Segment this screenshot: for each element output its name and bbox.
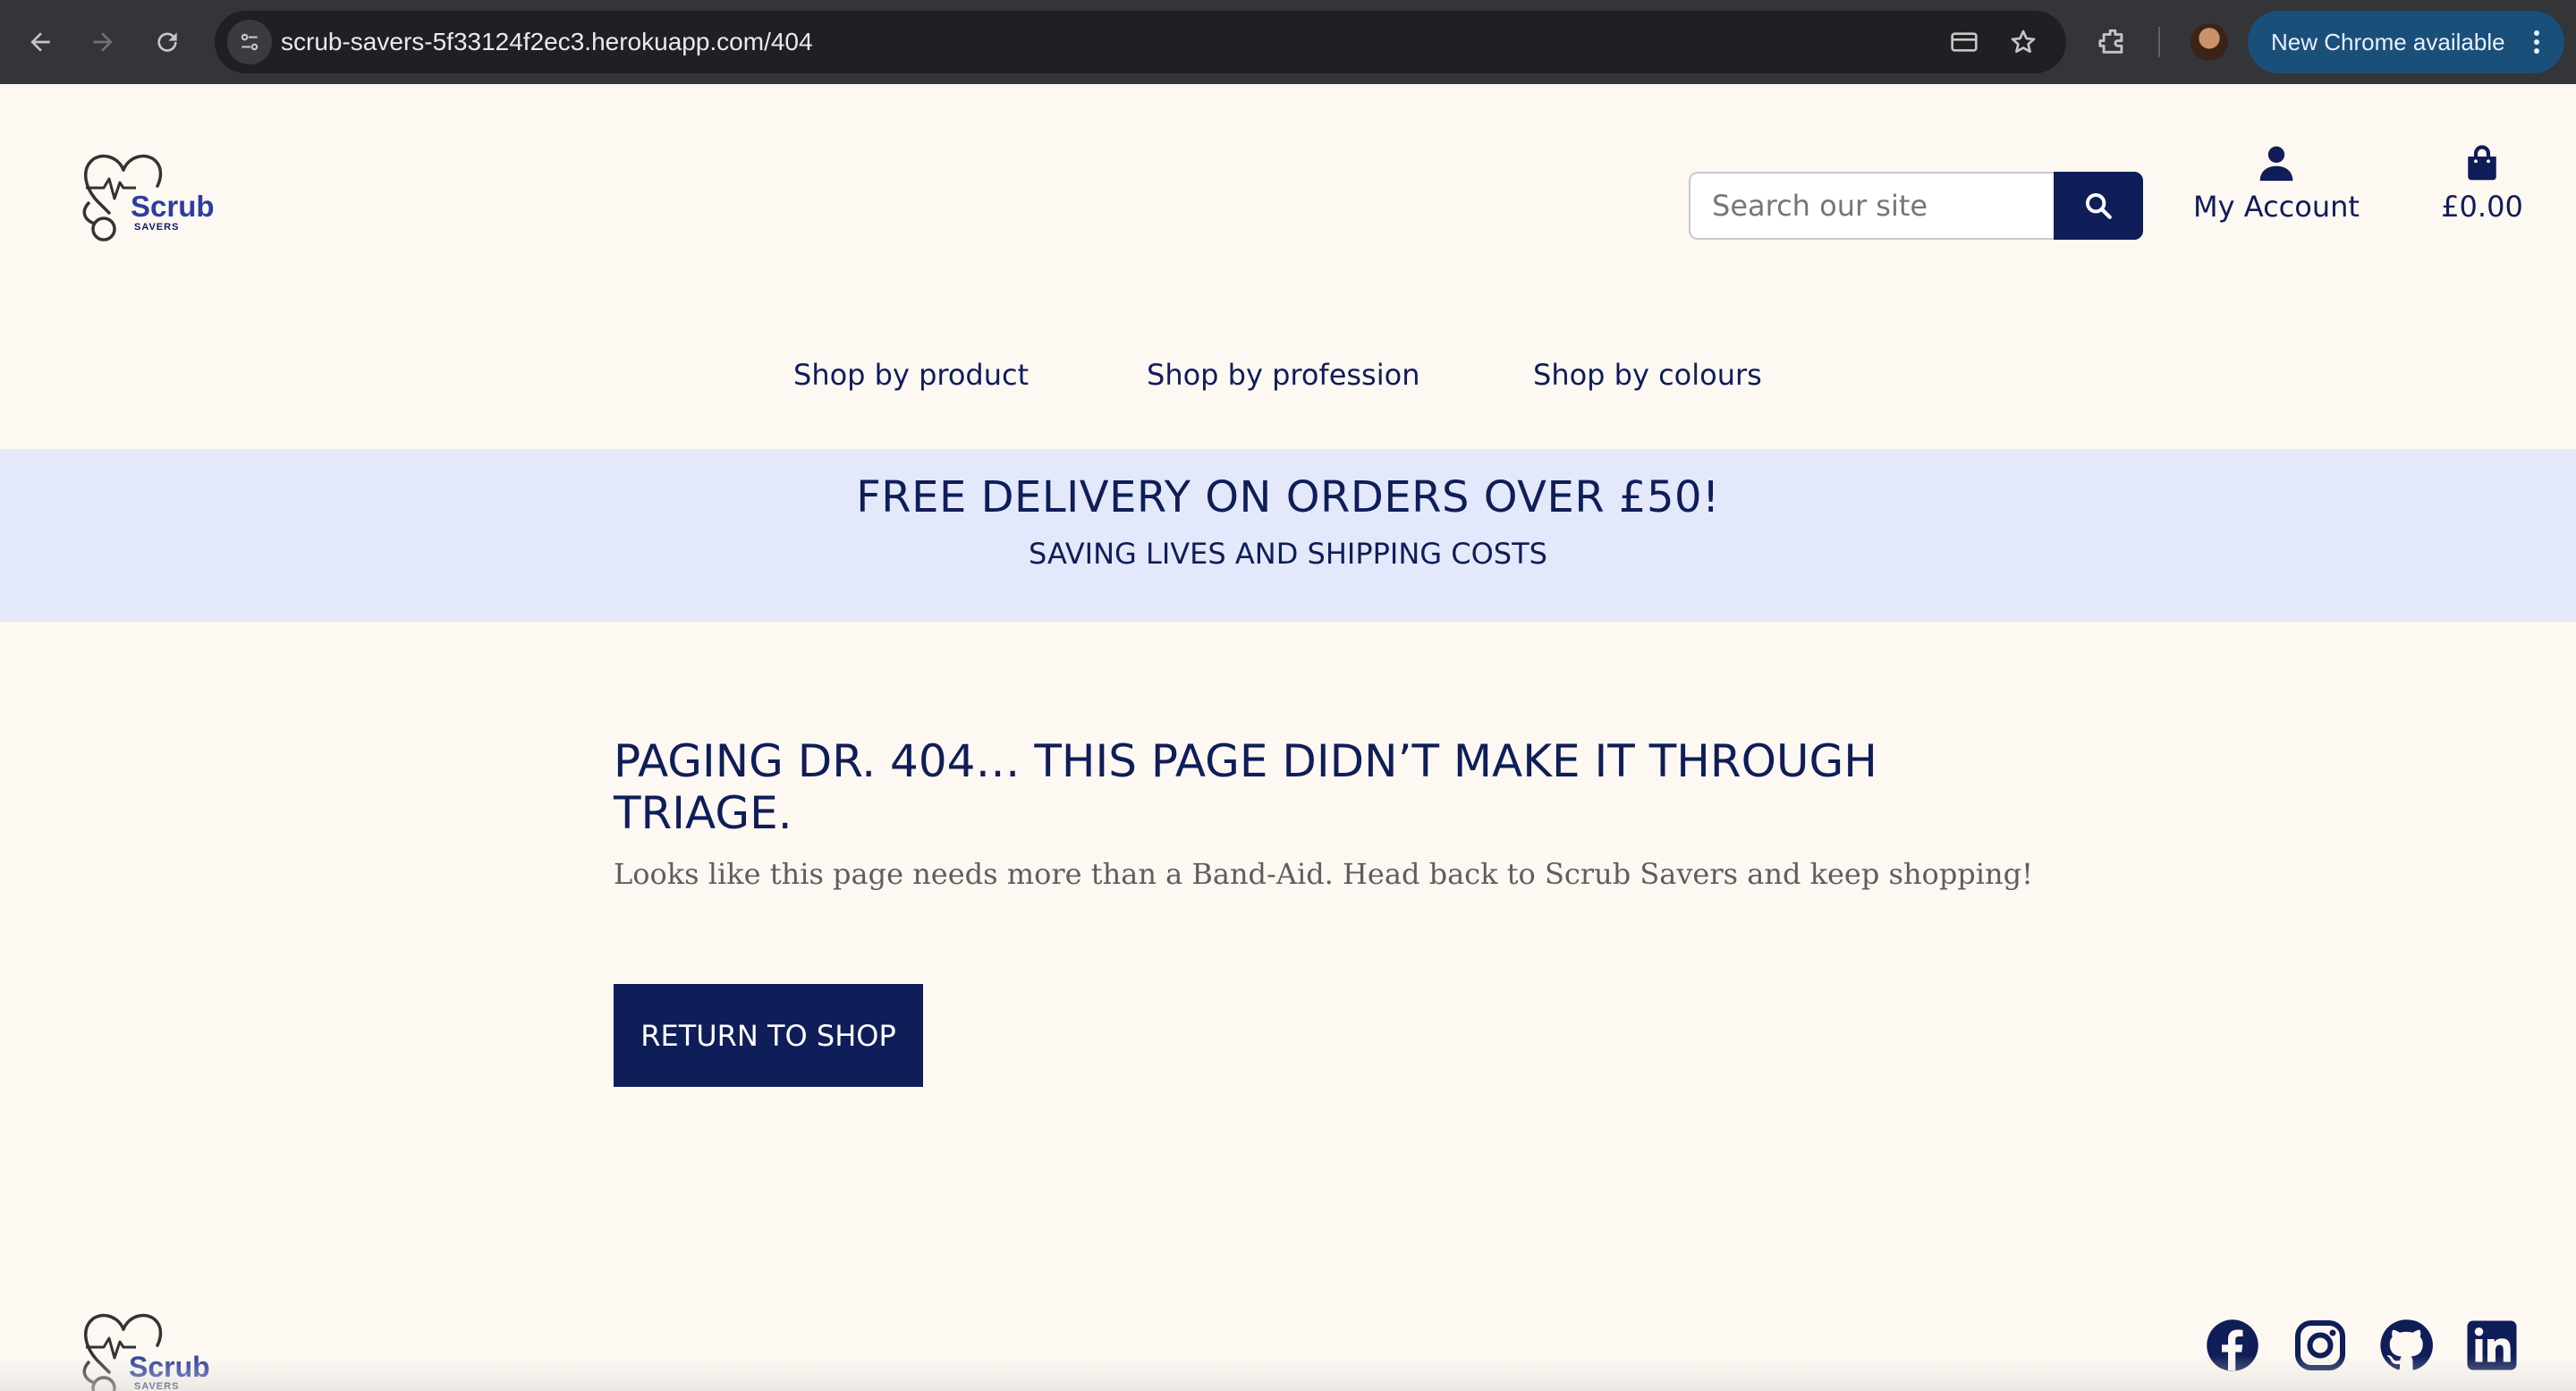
cart-total: £0.00	[2441, 190, 2523, 224]
delivery-banner: FREE DELIVERY ON ORDERS OVER £50! SAVING…	[0, 449, 2576, 622]
viewport-bottom-fade	[0, 1355, 2576, 1391]
main-navigation: Shop by product Shop by profession Shop …	[0, 358, 2576, 403]
footer-logo-subtitle: SAVERS	[134, 1381, 180, 1391]
toolbar-divider	[2158, 27, 2160, 57]
site-logo[interactable]: Scrub SAVERS	[77, 147, 220, 247]
user-icon	[2259, 146, 2293, 182]
logo-wordmark: Scrub	[131, 190, 215, 223]
github-icon[interactable]	[2379, 1319, 2433, 1372]
error-heading: PAGING DR. 404… THIS PAGE DIDN’T MAKE IT…	[614, 735, 1877, 839]
return-to-shop-button[interactable]: RETURN TO SHOP	[614, 984, 923, 1087]
search-button[interactable]	[2054, 172, 2143, 240]
search-input[interactable]	[1689, 172, 2054, 240]
facebook-icon[interactable]	[2206, 1319, 2259, 1372]
back-arrow-icon[interactable]	[18, 20, 63, 64]
forward-arrow-icon[interactable]	[80, 20, 125, 64]
logo-subtitle: SAVERS	[134, 222, 180, 233]
linkedin-icon[interactable]	[2465, 1319, 2519, 1372]
shopping-bag-icon	[2468, 145, 2496, 181]
url-text[interactable]: scrub-savers-5f33124f2ec3.herokuapp.com/…	[281, 11, 813, 73]
profile-avatar[interactable]	[2190, 23, 2228, 61]
error-message: Looks like this page needs more than a B…	[614, 857, 2033, 891]
nav-shop-by-product[interactable]: Shop by product	[793, 358, 1029, 392]
site-info-icon[interactable]	[227, 20, 272, 64]
update-chrome-button[interactable]: New Chrome available	[2248, 11, 2564, 73]
delivery-banner-title: FREE DELIVERY ON ORDERS OVER £50!	[856, 472, 1720, 522]
card-icon[interactable]	[1949, 27, 1979, 57]
nav-shop-by-profession[interactable]: Shop by profession	[1147, 358, 1419, 392]
extensions-icon[interactable]	[2092, 21, 2133, 63]
address-bar[interactable]: scrub-savers-5f33124f2ec3.herokuapp.com/…	[215, 11, 2066, 73]
reload-icon[interactable]	[145, 20, 190, 64]
search-icon	[2085, 192, 2112, 219]
my-account-link[interactable]: My Account	[2179, 140, 2374, 225]
menu-kebab-icon[interactable]	[2534, 30, 2539, 54]
shopping-bag-link[interactable]: £0.00	[2433, 140, 2531, 225]
star-icon[interactable]	[2008, 27, 2038, 57]
footer-logo-wordmark: Scrub	[129, 1351, 210, 1383]
nav-shop-by-colours[interactable]: Shop by colours	[1533, 358, 1762, 392]
my-account-label: My Account	[2193, 190, 2360, 224]
delivery-banner-subtitle: SAVING LIVES AND SHIPPING COSTS	[1029, 537, 1547, 571]
instagram-icon[interactable]	[2293, 1319, 2347, 1372]
update-chrome-label: New Chrome available	[2271, 28, 2505, 55]
footer-logo[interactable]: Scrub SAVERS	[77, 1306, 220, 1391]
site-search-form	[1689, 172, 2143, 240]
browser-toolbar: scrub-savers-5f33124f2ec3.herokuapp.com/…	[0, 0, 2576, 84]
